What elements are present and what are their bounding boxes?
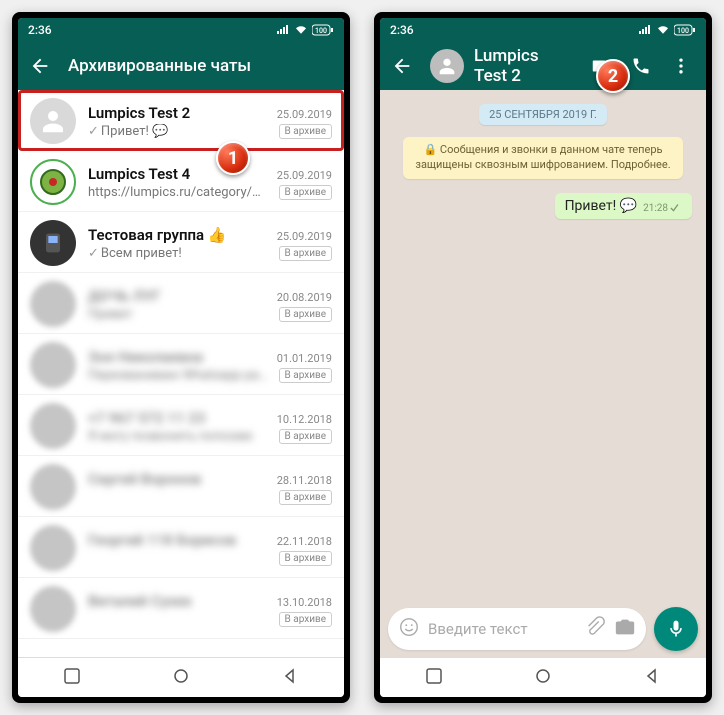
- chat-date: 10.12.2018: [277, 413, 332, 426]
- chat-item-blurred[interactable]: Сергей Воронов 28.11.2018 В архиве: [18, 456, 344, 517]
- avatar: [30, 281, 76, 327]
- chat-item-blurred[interactable]: Зоя Николаевна 01.01.2019 Перезваниваю W…: [18, 334, 344, 395]
- contact-avatar[interactable]: [430, 49, 464, 83]
- chat-item-lumpics-test-2[interactable]: Lumpics Test 2 25.09.2019 ✓Привет! 💬 В а…: [18, 90, 344, 151]
- chat-item-blurred[interactable]: Виталий Сухих 13.10.2018 В архиве: [18, 578, 344, 639]
- chat-date: 13.10.2018: [277, 596, 332, 609]
- chat-preview: ✓Всем привет!: [88, 246, 182, 261]
- back-button[interactable]: [22, 55, 58, 77]
- status-time: 2:36: [28, 23, 52, 37]
- avatar: [30, 586, 76, 632]
- annotation-badge-2: 2: [596, 59, 630, 93]
- avatar: [30, 525, 76, 571]
- chat-date: 25.09.2019: [277, 108, 332, 121]
- chat-preview: ✓Привет! 💬: [88, 124, 168, 139]
- chat-item-test-group[interactable]: Тестовая группа 👍 25.09.2019 ✓Всем приве…: [18, 212, 344, 273]
- chat-preview: Перезваниваю Whatsapp работает: [88, 368, 268, 383]
- chat-preview: https://lumpics.ru/category/w...: [88, 185, 268, 200]
- chat-date: 01.01.2019: [277, 352, 332, 365]
- outgoing-message[interactable]: Привет! 💬 21:28: [555, 193, 692, 219]
- avatar: [30, 403, 76, 449]
- chat-item-lumpics-test-4[interactable]: Lumpics Test 4 25.09.2019 https://lumpic…: [18, 151, 344, 212]
- message-meta: 21:28: [643, 203, 684, 214]
- archive-badge: В архиве: [279, 551, 332, 566]
- mic-button[interactable]: [654, 607, 698, 651]
- archive-badge: В архиве: [279, 185, 332, 200]
- chat-background: 25 СЕНТЯБРЯ 2019 Г. 🔒 Сообщения и звонки…: [380, 90, 706, 601]
- annotation-badge-1: 1: [216, 141, 250, 175]
- phone-right: 2:36 100 Lumpics Test 2: [374, 12, 712, 703]
- chat-name: Виталий Сухих: [88, 592, 192, 610]
- date-separator: 25 СЕНТЯБРЯ 2019 Г.: [479, 104, 607, 125]
- chat-name: ДОЧЬ ЛУГ: [88, 287, 161, 305]
- archived-chat-list[interactable]: Lumpics Test 2 25.09.2019 ✓Привет! 💬 В а…: [18, 90, 344, 657]
- chat-date: 25.09.2019: [277, 230, 332, 243]
- message-text: Привет! 💬: [565, 198, 638, 214]
- archive-badge: В архиве: [279, 246, 332, 261]
- archive-badge: В архиве: [279, 307, 332, 322]
- header-chat: Lumpics Test 2: [380, 42, 706, 90]
- avatar: [30, 464, 76, 510]
- chat-name: Георгий 118 Борисов: [88, 531, 236, 549]
- header-archived: Архивированные чаты: [18, 42, 344, 90]
- archive-badge: В архиве: [279, 490, 332, 505]
- chat-name: Зоя Николаевна: [88, 348, 203, 366]
- tick-icon: ✓: [88, 246, 99, 261]
- chat-name: Тестовая группа 👍: [88, 226, 226, 244]
- nav-recent[interactable]: [64, 668, 80, 688]
- chat-date: 28.11.2018: [277, 474, 332, 487]
- nav-home[interactable]: [535, 668, 551, 688]
- avatar: [30, 342, 76, 388]
- chat-name: +7 967 572 11 23: [88, 409, 205, 427]
- chat-name: Lumpics Test 2: [88, 104, 190, 122]
- nav-home[interactable]: [173, 668, 189, 688]
- chat-preview: Я могу позвонить попозже: [88, 429, 252, 444]
- page-title: Архивированные чаты: [68, 56, 336, 76]
- composer-placeholder: Введите текст: [428, 620, 576, 638]
- status-time: 2:36: [390, 23, 414, 37]
- android-nav-bar: [380, 657, 706, 697]
- chat-title[interactable]: Lumpics Test 2: [474, 46, 574, 86]
- phone-left: 2:36 100 Архивированные чаты Lump: [12, 12, 350, 703]
- chat-item-blurred[interactable]: Георгий 118 Борисов 22.11.2018 В архиве: [18, 517, 344, 578]
- camera-icon[interactable]: [614, 616, 636, 642]
- chat-preview: Привет: [88, 307, 133, 322]
- status-bar: 2:36 100: [18, 18, 344, 42]
- status-icons: 100: [638, 24, 696, 36]
- attach-icon[interactable]: [584, 616, 606, 642]
- chat-name: Lumpics Test 4: [88, 165, 190, 183]
- status-bar: 2:36 100: [380, 18, 706, 42]
- composer: Введите текст: [380, 601, 706, 657]
- avatar: [30, 98, 76, 144]
- message-input[interactable]: Введите текст: [388, 608, 646, 650]
- status-icons: 100: [276, 24, 334, 36]
- screen-left: 2:36 100 Архивированные чаты Lump: [18, 18, 344, 697]
- chat-date: 20.08.2019: [277, 291, 332, 304]
- nav-recent[interactable]: [426, 668, 442, 688]
- chat-date: 22.11.2018: [277, 535, 332, 548]
- chat-name: Сергей Воронов: [88, 470, 201, 488]
- encryption-notice[interactable]: 🔒 Сообщения и звонки в данном чате тепер…: [403, 137, 683, 179]
- avatar: [30, 220, 76, 266]
- archive-badge: В архиве: [279, 124, 332, 139]
- back-button[interactable]: [384, 55, 420, 77]
- archive-badge: В архиве: [279, 368, 332, 383]
- archive-badge: В архиве: [279, 429, 332, 444]
- svg-text:100: 100: [315, 27, 327, 35]
- svg-text:100: 100: [677, 27, 689, 35]
- chat-date: 25.09.2019: [277, 169, 332, 182]
- android-nav-bar: [18, 657, 344, 697]
- emoji-icon[interactable]: [398, 616, 420, 642]
- avatar: [30, 159, 76, 205]
- chat-item-blurred[interactable]: ДОЧЬ ЛУГ 20.08.2019 Привет В архиве: [18, 273, 344, 334]
- tick-icon: ✓: [88, 124, 99, 139]
- delivered-tick-icon: [670, 203, 684, 213]
- more-menu-button[interactable]: [664, 49, 698, 83]
- nav-back[interactable]: [644, 668, 660, 688]
- nav-back[interactable]: [282, 668, 298, 688]
- chat-item-blurred[interactable]: +7 967 572 11 23 10.12.2018 Я могу позво…: [18, 395, 344, 456]
- screen-right: 2:36 100 Lumpics Test 2: [380, 18, 706, 697]
- archive-badge: В архиве: [279, 612, 332, 627]
